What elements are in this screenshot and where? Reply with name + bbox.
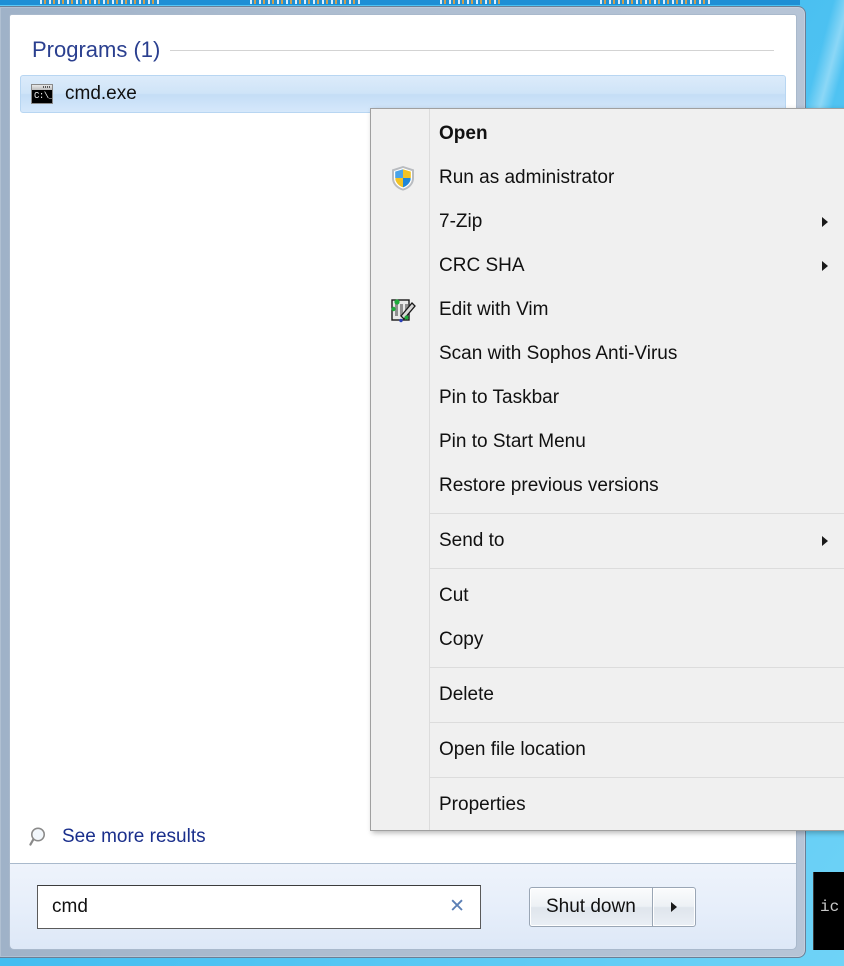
context-menu-item-delete[interactable]: Delete (371, 673, 844, 717)
see-more-results-label: See more results (62, 826, 206, 847)
result-item-label: cmd.exe (65, 83, 137, 104)
context-menu-item-label: CRC SHA (439, 255, 525, 276)
command-prompt-icon: C:\_ (31, 84, 53, 104)
context-menu-item-properties[interactable]: Properties (371, 783, 844, 827)
console-text: ic (820, 898, 840, 916)
background-console-window[interactable]: ic (813, 872, 844, 950)
context-menu-item-open-file-location[interactable]: Open file location (371, 728, 844, 772)
clipped-window-strip (0, 0, 800, 5)
shutdown-split-button: Shut down (529, 886, 696, 927)
context-menu-item-label: Pin to Taskbar (439, 387, 560, 408)
chevron-right-icon (670, 901, 677, 912)
context-menu-item-label: Open file location (439, 739, 586, 760)
context-menu-separator (430, 777, 844, 778)
search-input[interactable]: cmd ✕ (37, 884, 481, 929)
context-menu-item-label: Run as administrator (439, 167, 615, 188)
context-menu-item-label: Properties (439, 794, 526, 815)
magnifier-icon (29, 827, 45, 846)
context-menu-item-cut[interactable]: Cut (371, 574, 844, 618)
context-menu-item-send-to[interactable]: Send to (371, 519, 844, 563)
context-menu-item-copy[interactable]: Copy (371, 618, 844, 662)
vim-icon (391, 299, 416, 323)
context-menu-item-7-zip[interactable]: 7-Zip (371, 200, 844, 244)
context-menu-item-label: 7-Zip (439, 211, 483, 232)
context-menu-separator (430, 513, 844, 514)
group-title: Programs (1) (32, 37, 161, 62)
context-menu-separator (430, 667, 844, 668)
context-menu-item-crc-sha[interactable]: CRC SHA (371, 244, 844, 288)
context-menu-item-open[interactable]: Open (371, 112, 844, 156)
context-menu-item-label: Edit with Vim (439, 299, 549, 320)
start-menu-bottom-bar: cmd ✕ Shut down (9, 864, 797, 950)
context-menu-item-label: Open (439, 123, 488, 144)
context-menu-item-label: Copy (439, 629, 484, 650)
context-menu-separator (430, 722, 844, 723)
context-menu-item-restore-previous-versions[interactable]: Restore previous versions (371, 464, 844, 508)
see-more-results-link[interactable]: See more results (28, 825, 206, 849)
context-menu: Open Run as administrator 7-Zip CRC SHA Edit… (370, 108, 844, 831)
context-menu-item-pin-to-start-menu[interactable]: Pin to Start Menu (371, 420, 844, 464)
shutdown-options-button[interactable] (651, 887, 695, 926)
context-menu-item-label: Send to (439, 530, 505, 551)
group-header-rule (170, 49, 774, 51)
context-menu-item-label: Cut (439, 585, 469, 606)
search-input-value: cmd (52, 895, 88, 917)
context-menu-item-pin-to-taskbar[interactable]: Pin to Taskbar (371, 376, 844, 420)
context-menu-item-scan-with-sophos-anti-virus[interactable]: Scan with Sophos Anti-Virus (371, 332, 844, 376)
context-menu-item-label: Scan with Sophos Anti-Virus (439, 343, 678, 364)
submenu-arrow-icon (822, 217, 828, 227)
context-menu-item-label: Delete (439, 684, 494, 705)
clear-x-icon[interactable]: ✕ (446, 896, 468, 917)
result-list: C:\_ cmd.exe (10, 63, 796, 113)
submenu-arrow-icon (822, 536, 828, 546)
context-menu-item-label: Restore previous versions (439, 475, 659, 496)
context-menu-separator (430, 568, 844, 569)
context-menu-item-run-as-administrator[interactable]: Run as administrator (371, 156, 844, 200)
context-menu-item-edit-with-vim[interactable]: Edit with Vim (371, 288, 844, 332)
context-menu-item-label: Pin to Start Menu (439, 431, 586, 452)
submenu-arrow-icon (822, 261, 828, 271)
shutdown-button[interactable]: Shut down (530, 888, 652, 926)
uac-shield-icon (392, 166, 414, 191)
results-group-header: Programs (1) (10, 15, 796, 63)
